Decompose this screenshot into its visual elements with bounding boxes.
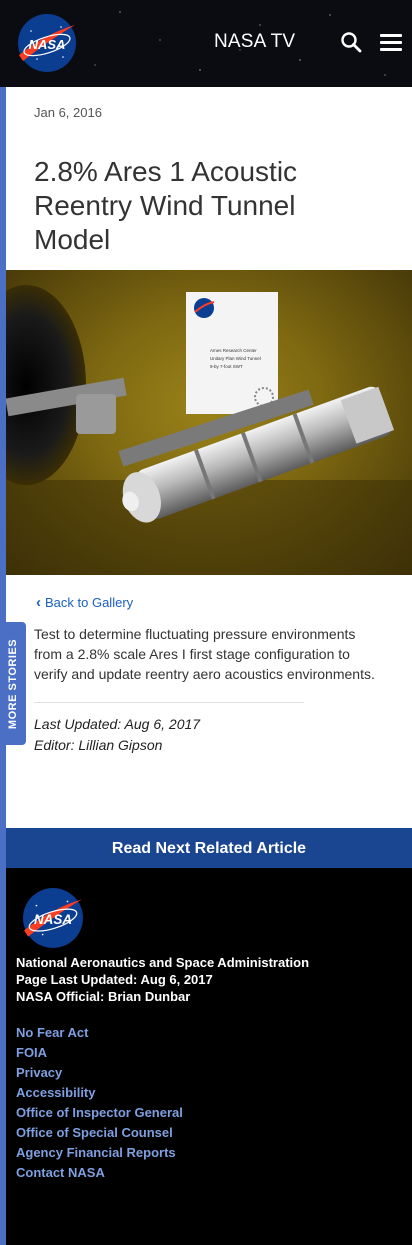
read-next-related-button[interactable]: Read Next Related Article — [6, 828, 412, 868]
article-content: Jan 6, 2016 2.8% Ares 1 Acoustic Reentry… — [6, 87, 412, 828]
footer-nasa-logo[interactable]: NASA — [22, 887, 84, 949]
footer-link-inspector-general[interactable]: Office of Inspector General — [16, 1105, 183, 1125]
nasa-official: NASA Official: Brian Dunbar — [16, 989, 191, 1004]
footer-link-financial-reports[interactable]: Agency Financial Reports — [16, 1145, 183, 1165]
footer-agency-info: National Aeronautics and Space Administr… — [16, 954, 309, 1005]
article-date: Jan 6, 2016 — [34, 105, 102, 120]
page-last-updated: Page Last Updated: Aug 6, 2017 — [16, 972, 213, 987]
hamburger-menu-icon[interactable] — [380, 34, 402, 52]
agency-name: National Aeronautics and Space Administr… — [16, 955, 310, 970]
more-stories-label: MORE STORIES — [7, 638, 19, 729]
footer-link-foia[interactable]: FOIA — [16, 1045, 183, 1065]
footer-link-accessibility[interactable]: Accessibility — [16, 1085, 183, 1105]
footer-links: No Fear Act FOIA Privacy Accessibility O… — [16, 1025, 183, 1185]
footer-link-privacy[interactable]: Privacy — [16, 1065, 183, 1085]
sign-line: Unitary Plan Wind Tunnel — [210, 356, 261, 361]
footer-link-contact-nasa[interactable]: Contact NASA — [16, 1165, 183, 1185]
article-description: Test to determine fluctuating pressure e… — [34, 626, 375, 682]
divider — [34, 702, 304, 703]
page-title: 2.8% Ares 1 Acoustic Reentry Wind Tunnel… — [34, 156, 298, 255]
sign-line: 9-by 7-foot SWT — [210, 364, 243, 369]
footer-link-special-counsel[interactable]: Office of Special Counsel — [16, 1125, 183, 1145]
nasa-tv-link[interactable]: NASA TV — [214, 31, 295, 53]
svg-text:NASA: NASA — [34, 912, 72, 927]
article-meta: Last Updated: Aug 6, 2017 Editor: Lillia… — [34, 714, 200, 756]
footer-link-no-fear-act[interactable]: No Fear Act — [16, 1025, 183, 1045]
site-header: NASA NASA TV — [0, 0, 412, 87]
article-image: Ames Research Center Unitary Plan Wind T… — [6, 270, 412, 575]
svg-text:NASA: NASA — [29, 37, 66, 52]
chevron-left-icon: ‹ — [36, 594, 41, 611]
search-icon[interactable] — [340, 31, 362, 53]
sign-line: Ames Research Center — [210, 348, 257, 353]
editor-text: Editor: Lillian Gipson — [34, 737, 163, 753]
more-stories-tab[interactable]: MORE STORIES — [0, 622, 26, 745]
back-to-gallery-link[interactable]: ‹ Back to Gallery — [36, 594, 133, 611]
last-updated-text: Last Updated: Aug 6, 2017 — [34, 716, 201, 732]
nasa-logo[interactable]: NASA — [17, 13, 77, 73]
back-link-label: Back to Gallery — [45, 595, 134, 610]
